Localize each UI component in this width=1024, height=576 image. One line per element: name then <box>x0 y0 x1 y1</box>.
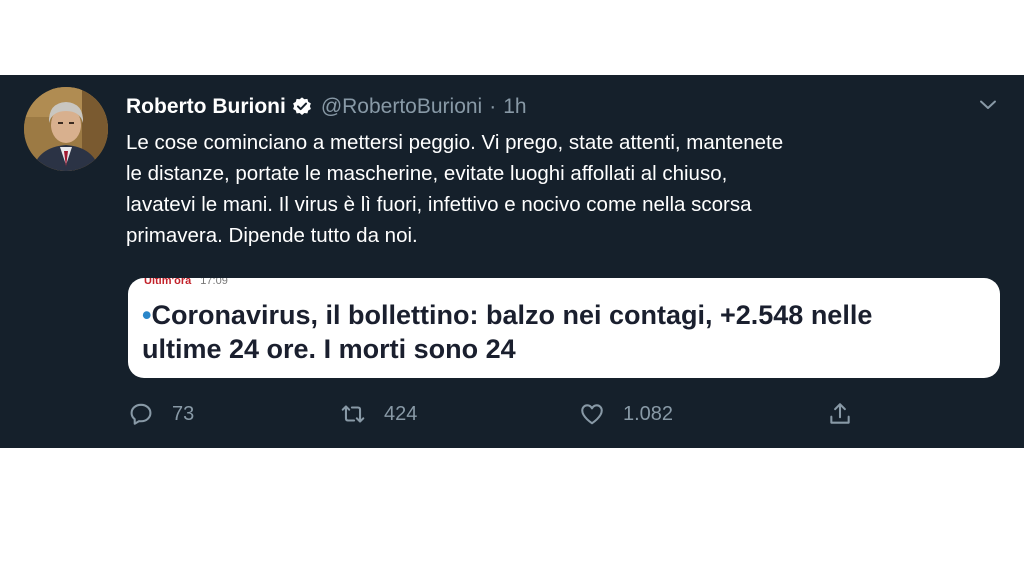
like-button[interactable]: 1.082 <box>579 397 673 431</box>
tweet-text-line: lavatevi le mani. Il virus è lì fuori, i… <box>126 193 752 216</box>
retweet-button[interactable]: 424 <box>340 397 417 431</box>
like-count: 1.082 <box>623 402 674 425</box>
reply-icon <box>130 403 152 425</box>
heart-icon <box>581 404 603 425</box>
retweet-count: 424 <box>384 402 418 425</box>
avatar[interactable] <box>24 87 108 171</box>
tweet-text-line: primavera. Dipende tutto da noi. <box>126 224 418 247</box>
tweet-timestamp[interactable]: 1h <box>503 95 526 119</box>
tweet-text-line: Le cose cominciano a mettersi peggio. Vi… <box>126 131 784 154</box>
card-headline-line: •Coronavirus, il bollettino: balzo nei c… <box>142 298 982 332</box>
media-card[interactable]: Ultim'ora 17:09 •Coronavirus, il bollett… <box>128 278 1000 378</box>
share-icon <box>830 403 850 424</box>
tweet-text: Le cose cominciano a mettersi peggio. Vi… <box>126 127 986 251</box>
tweet[interactable]: Roberto Burioni @RobertoBurioni · 1h Le … <box>0 75 1024 448</box>
avatar-photo <box>24 87 108 171</box>
card-meta: Ultim'ora 17:09 <box>144 278 228 287</box>
separator-dot: · <box>489 95 497 118</box>
card-headline: •Coronavirus, il bollettino: balzo nei c… <box>142 298 982 366</box>
card-headline-text: Coronavirus, il bollettino: balzo nei co… <box>151 300 873 330</box>
card-tag: Ultim'ora <box>144 278 192 287</box>
card-time: 17:09 <box>200 278 228 287</box>
action-bar: 73 424 1.082 <box>0 397 1024 431</box>
chevron-down-icon[interactable] <box>976 93 1000 117</box>
author-name[interactable]: Roberto Burioni <box>126 95 286 119</box>
card-headline-line: ultime 24 ore. I morti sono 24 <box>142 334 516 364</box>
author-handle[interactable]: @RobertoBurioni <box>321 95 482 119</box>
retweet-icon <box>341 405 365 423</box>
tweet-header: Roberto Burioni @RobertoBurioni · 1h <box>126 92 527 122</box>
reply-count: 73 <box>172 402 195 425</box>
reply-button[interactable]: 73 <box>128 397 194 431</box>
tweet-text-line: le distanze, portate le mascherine, evit… <box>126 162 728 185</box>
share-button[interactable] <box>827 397 853 431</box>
verified-badge-icon <box>292 97 311 115</box>
